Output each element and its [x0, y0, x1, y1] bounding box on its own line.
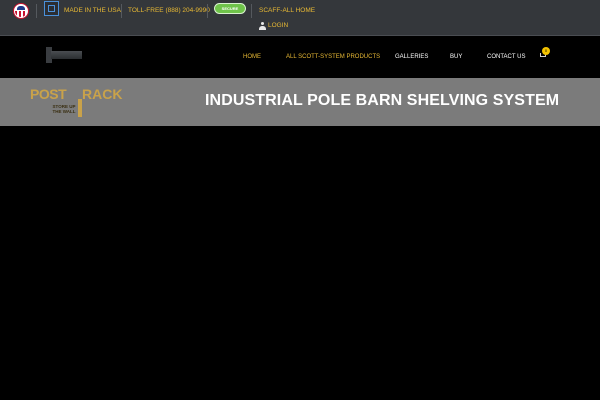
usa-badge-icon[interactable]	[13, 3, 29, 19]
cart-count-badge: 0	[542, 47, 550, 55]
divider	[207, 4, 208, 18]
page-title: INDUSTRIAL POLE BARN SHELVING SYSTEM	[205, 92, 560, 109]
logo-word-rack: RACK	[82, 86, 123, 102]
nav-home[interactable]: HOME	[243, 52, 261, 62]
nav-contact-us[interactable]: CONTACT US	[487, 52, 525, 62]
toll-free-phone[interactable]: TOLL-FREE (888) 204-9990	[128, 5, 210, 17]
divider	[36, 4, 37, 18]
main-content-area	[0, 126, 600, 400]
divider	[251, 4, 252, 18]
facebook-icon[interactable]	[44, 1, 59, 16]
post-rack-logo: POST RACK STORE UP THE WALL	[30, 87, 138, 117]
login-link[interactable]: LOGIN	[268, 20, 288, 32]
nav-all-products[interactable]: ALL SCOTT-SYSTEM PRODUCTS	[286, 52, 380, 62]
site-logo[interactable]	[46, 47, 82, 63]
nav-buy[interactable]: BUY	[450, 52, 462, 62]
top-bar: MADE IN THE USA TOLL-FREE (888) 204-9990…	[0, 0, 600, 36]
secure-badge-icon: SECURE	[214, 3, 246, 14]
made-in-usa-link[interactable]: MADE IN THE USA	[64, 5, 121, 17]
logo-tagline: STORE UP THE WALL	[52, 104, 76, 114]
logo-word-post: POST	[30, 86, 67, 102]
nav-galleries[interactable]: GALLERIES	[395, 52, 428, 62]
user-icon[interactable]	[259, 22, 266, 30]
divider	[121, 4, 122, 18]
scaff-all-home-link[interactable]: SCAFF-ALL HOME	[259, 5, 315, 17]
